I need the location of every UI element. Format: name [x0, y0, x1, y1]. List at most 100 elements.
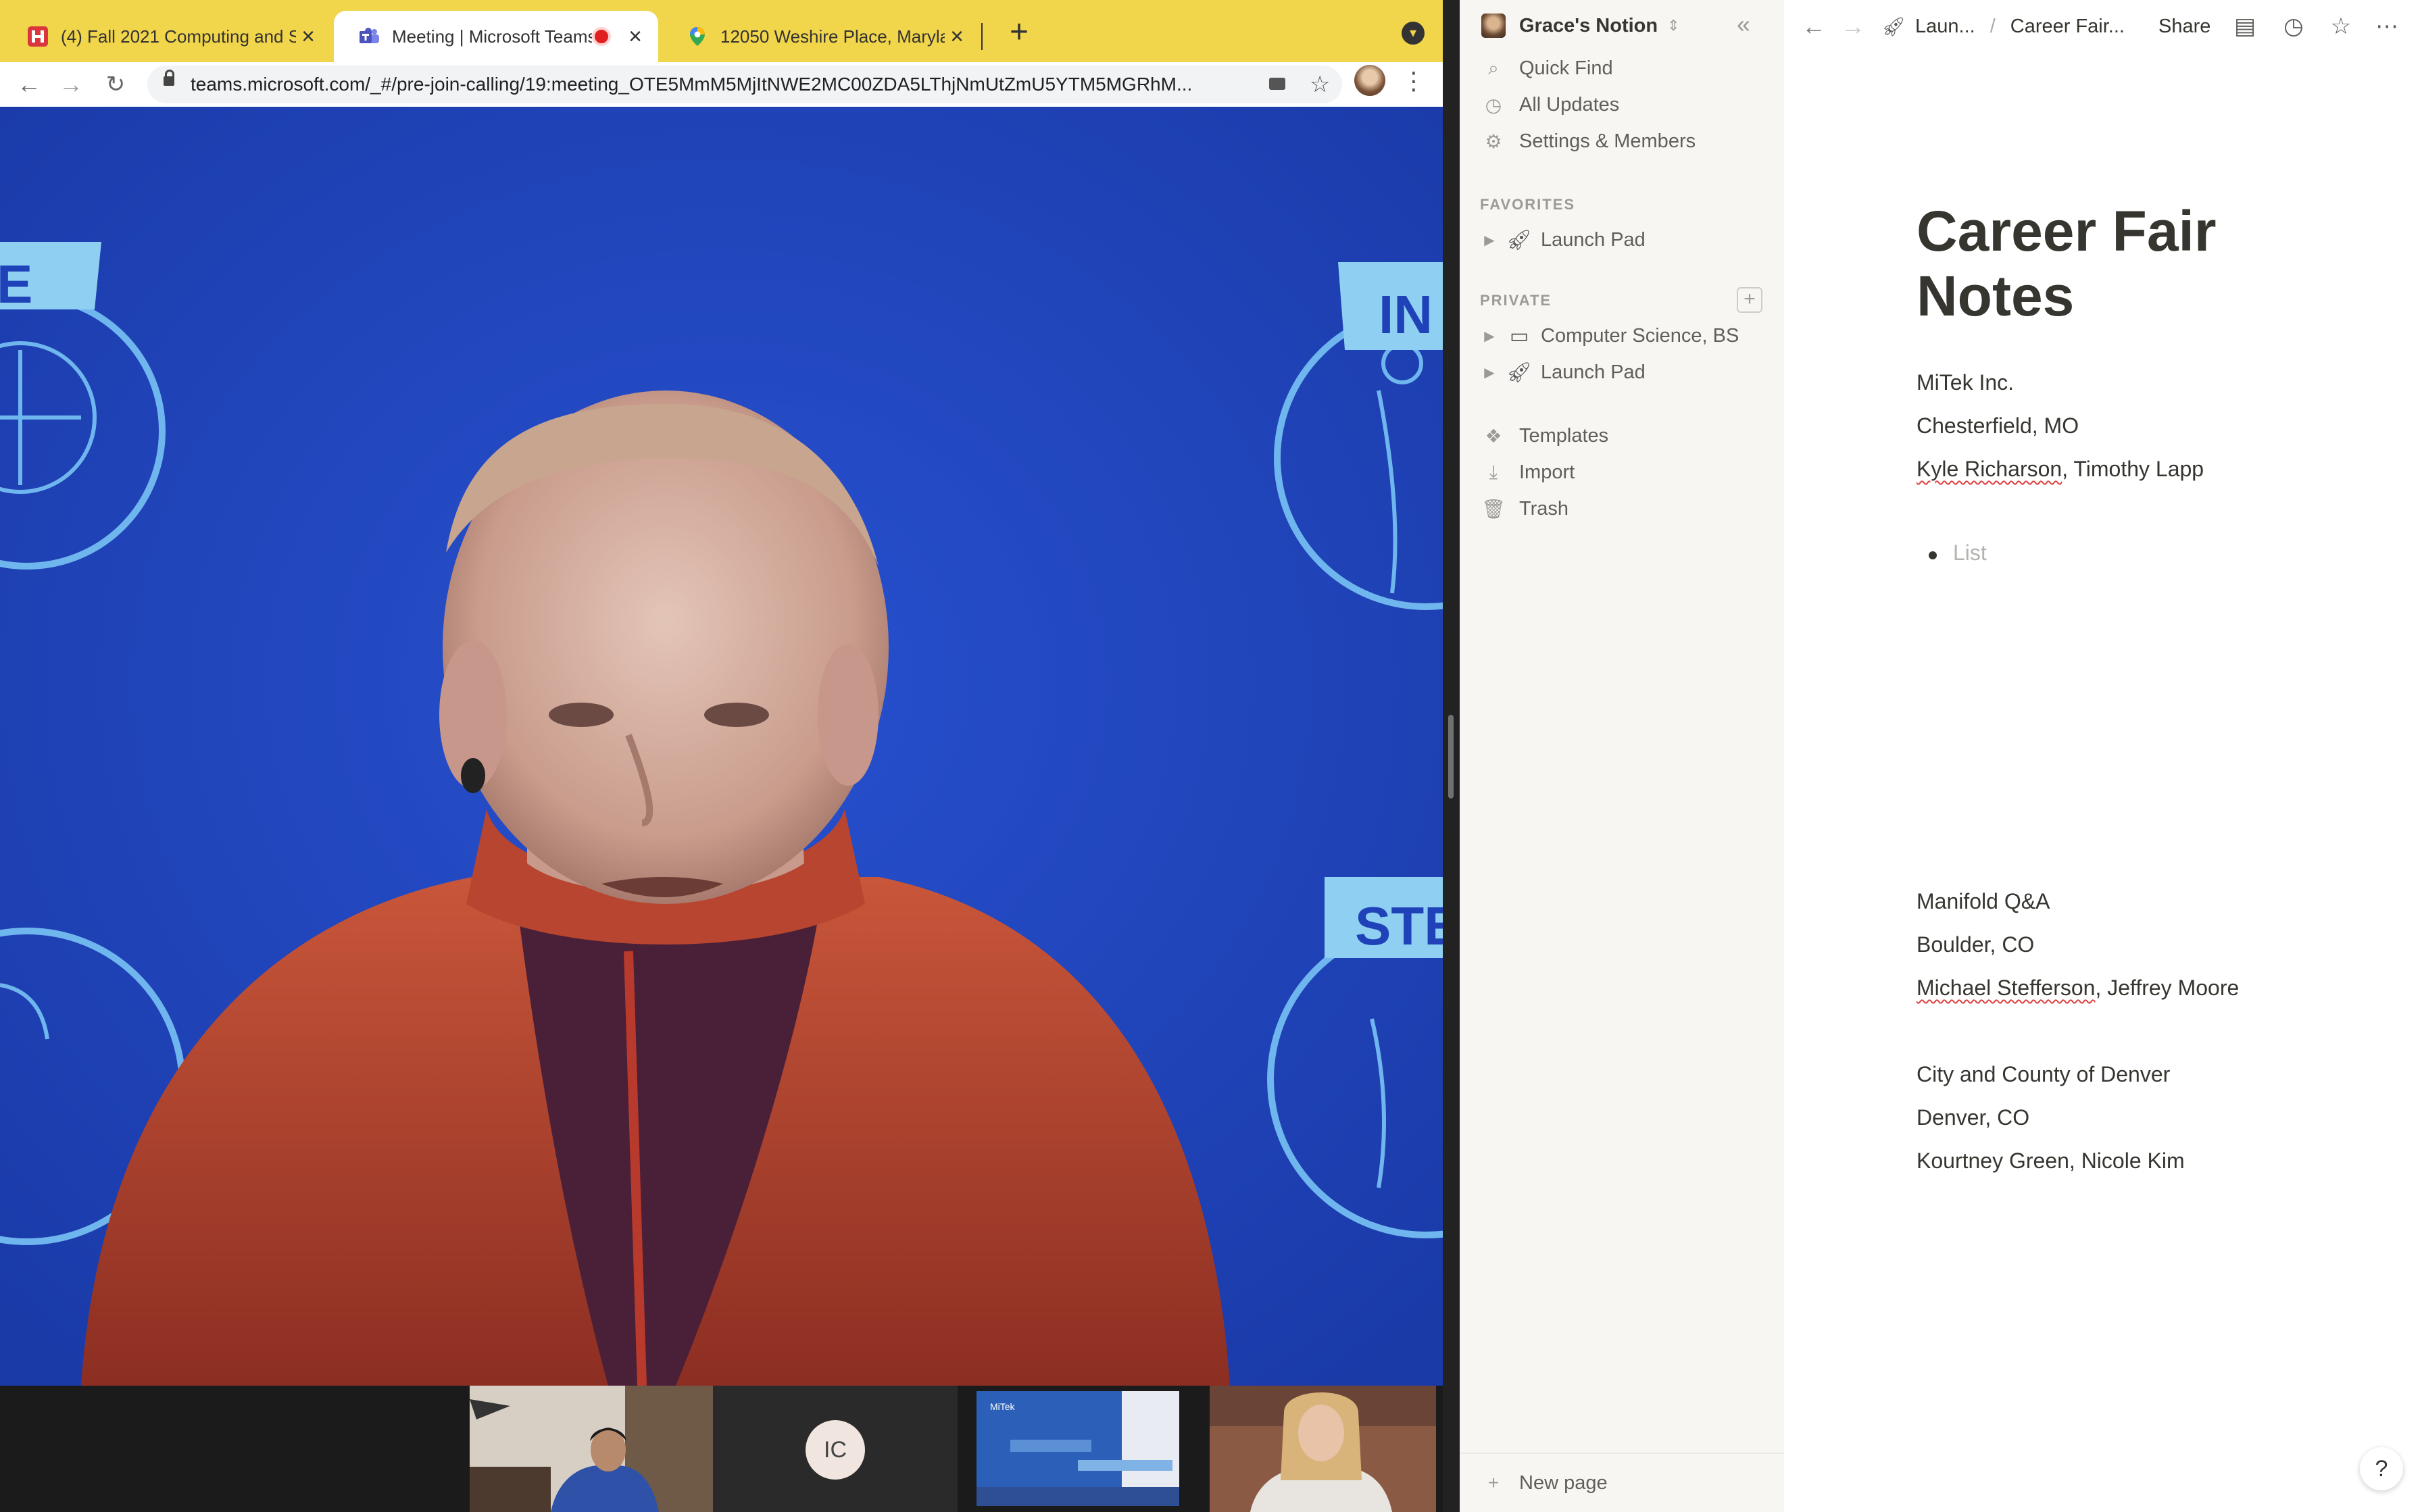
handshake-icon: [28, 26, 48, 47]
text-block[interactable]: Kyle Richarson, Timothy Lapp: [1917, 457, 2204, 482]
sidebar-item-import[interactable]: ⤓ Import: [1481, 455, 1575, 489]
more-options-icon[interactable]: ⋯: [2372, 9, 2402, 43]
close-icon[interactable]: ×: [623, 24, 647, 50]
text-block[interactable]: City and County of Denver: [1917, 1062, 2170, 1087]
breadcrumb-current[interactable]: Career Fair...: [2010, 16, 2125, 38]
text-block[interactable]: Kourtney Green, Nicole Kim: [1917, 1149, 2185, 1174]
sidebar-item-label: All Updates: [1519, 93, 1620, 116]
collapse-sidebar-icon[interactable]: «: [1737, 11, 1750, 38]
favorite-star-icon[interactable]: ☆: [2326, 9, 2356, 43]
tab-maps[interactable]: 12050 Weshire Place, Marylanc ×: [662, 11, 980, 62]
sidebar-item-all-updates[interactable]: ◷ All Updates: [1481, 88, 1620, 122]
sidebar-item-quick-find[interactable]: ⌕ Quick Find: [1481, 51, 1612, 85]
contact-name: Jeffrey Moore: [2107, 976, 2240, 1000]
close-icon[interactable]: ×: [945, 24, 969, 50]
forward-arrow-icon[interactable]: →: [1841, 12, 1865, 41]
workspace-name: Grace's Notion: [1519, 14, 1658, 36]
shared-screen-thumbnail[interactable]: MiTek: [977, 1386, 1179, 1512]
sidebar-item-computer-science[interactable]: ▶ ▭ Computer Science, BS: [1481, 319, 1739, 353]
tab-handshake[interactable]: (4) Fall 2021 Computing and Sc ×: [3, 11, 331, 62]
reload-icon[interactable]: ↻: [99, 68, 132, 101]
sidebar-item-label: Computer Science, BS: [1541, 324, 1739, 347]
browser-icon: ▭: [1509, 324, 1529, 347]
address-bar[interactable]: teams.microsoft.com/_#/pre-join-calling/…: [147, 66, 1342, 103]
rocket-icon: 🚀︎: [1506, 361, 1533, 384]
rocket-icon: 🚀︎: [1506, 228, 1533, 251]
expand-caret-icon[interactable]: ▶: [1481, 232, 1498, 249]
new-page-label: New page: [1519, 1471, 1608, 1494]
participant-thumbnail[interactable]: [470, 1386, 713, 1512]
text-block[interactable]: Manifold Q&A: [1917, 889, 2050, 914]
sidebar-item-settings[interactable]: ⚙ Settings & Members: [1481, 124, 1696, 158]
split-view-handle[interactable]: [1448, 715, 1454, 799]
sidebar-item-launch-pad[interactable]: ▶ 🚀︎ Launch Pad: [1481, 355, 1646, 389]
page-topbar-nav: ← → 🚀︎ Laun... / Career Fair...: [1802, 9, 2125, 43]
breadcrumb-parent[interactable]: Laun...: [1915, 16, 1975, 38]
tab-title: (4) Fall 2021 Computing and Sc: [61, 26, 296, 47]
plus-icon: +: [1487, 1472, 1500, 1493]
help-button[interactable]: ?: [2360, 1447, 2403, 1490]
new-tab-button[interactable]: +: [1000, 14, 1038, 51]
new-page-button[interactable]: + New page: [1481, 1466, 1608, 1500]
back-icon[interactable]: ←: [12, 68, 46, 101]
url-text[interactable]: teams.microsoft.com/_#/pre-join-calling/…: [191, 66, 1245, 103]
expand-caret-icon[interactable]: ▶: [1481, 328, 1498, 345]
backdrop-label: IN: [1379, 284, 1433, 345]
clock-icon: ◷: [1485, 94, 1502, 116]
shared-screen-image: MiTek: [977, 1386, 1179, 1512]
contact-name: Kourtney Green: [1917, 1149, 2069, 1173]
participant-initials-avatar[interactable]: IC: [806, 1420, 865, 1480]
gear-icon: ⚙: [1485, 130, 1502, 152]
tab-separator: [981, 23, 983, 50]
text-block[interactable]: Boulder, CO: [1917, 932, 2034, 957]
sidebar-item-launch-pad-favorite[interactable]: ▶ 🚀︎ Launch Pad: [1481, 223, 1646, 257]
text-block[interactable]: Chesterfield, MO: [1917, 413, 2079, 438]
backdrop-label: STE: [1355, 896, 1443, 956]
text-block[interactable]: MiTek Inc.: [1917, 370, 2014, 395]
text-block[interactable]: Michael Stefferson, Jeffrey Moore: [1917, 976, 2239, 1001]
trash-icon: 🗑︎: [1481, 498, 1506, 520]
more-menu-icon[interactable]: ⋮: [1402, 68, 1426, 95]
tab-title: 12050 Weshire Place, Marylanc: [720, 26, 945, 47]
participant-thumbnail[interactable]: [1210, 1386, 1436, 1512]
contact-separator: ,: [2062, 457, 2074, 481]
sidebar-item-trash[interactable]: 🗑︎ Trash: [1481, 492, 1568, 526]
sidebar-item-label: Templates: [1519, 424, 1609, 447]
templates-icon: ❖: [1485, 425, 1502, 447]
sidebar-item-templates[interactable]: ❖ Templates: [1481, 419, 1608, 453]
tab-title: Meeting | Microsoft Teams: [392, 26, 592, 47]
rocket-icon: 🚀︎: [1881, 16, 1906, 37]
history-clock-icon[interactable]: ◷: [2279, 9, 2308, 43]
contact-name: Kyle Richarson: [1917, 457, 2062, 481]
share-button[interactable]: Share: [2158, 9, 2210, 43]
private-section-label: PRIVATE: [1480, 292, 1552, 309]
page-title[interactable]: Career Fair Notes: [1917, 199, 2322, 328]
contact-name: Michael Stefferson: [1917, 976, 2096, 1000]
sidebar-item-label: Trash: [1519, 497, 1569, 520]
contact-separator: ,: [2069, 1149, 2081, 1173]
bullet-icon: [1929, 551, 1937, 559]
forward-icon[interactable]: →: [54, 68, 88, 101]
comment-icon[interactable]: ▤: [2230, 9, 2260, 43]
bullet-placeholder[interactable]: List: [1953, 540, 1987, 565]
camera-icon[interactable]: [1269, 78, 1285, 90]
back-arrow-icon[interactable]: ←: [1802, 12, 1826, 41]
text-block[interactable]: Denver, CO: [1917, 1105, 2029, 1130]
expand-caret-icon[interactable]: ▶: [1481, 364, 1498, 381]
browser-window: (4) Fall 2021 Computing and Sc × Meeting…: [0, 0, 1443, 1512]
download-icon: ⤓: [1489, 461, 1498, 482]
tab-teams[interactable]: Meeting | Microsoft Teams ×: [334, 11, 658, 62]
sidebar-item-label: Import: [1519, 461, 1575, 483]
bookmark-star-icon[interactable]: ☆: [1310, 66, 1330, 103]
workspace-avatar: [1481, 14, 1506, 38]
tab-search-icon[interactable]: ▾: [1402, 22, 1425, 45]
profile-avatar[interactable]: [1354, 65, 1385, 96]
lock-icon[interactable]: [164, 70, 174, 86]
notion-page: ← → 🚀︎ Laun... / Career Fair... Share ▤ …: [1784, 0, 2422, 1512]
sidebar-item-label: Launch Pad: [1541, 228, 1646, 251]
workspace-switcher[interactable]: Grace's Notion ⇕: [1481, 12, 1680, 39]
contact-name: Timothy Lapp: [2073, 457, 2204, 481]
sidebar-item-label: Settings & Members: [1519, 130, 1696, 152]
close-icon[interactable]: ×: [296, 24, 320, 50]
add-page-icon[interactable]: +: [1737, 287, 1762, 313]
